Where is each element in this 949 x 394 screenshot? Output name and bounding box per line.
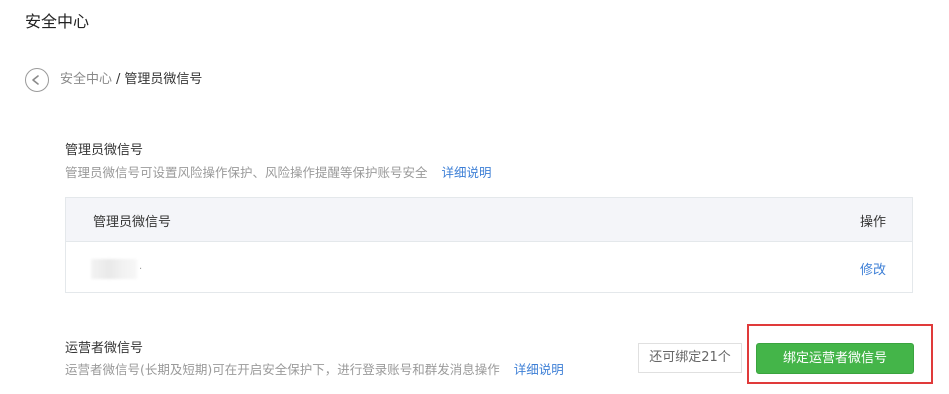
masked-wechat-id xyxy=(91,259,137,279)
operator-description-text: 运营者微信号(长期及短期)可在开启安全保护下，进行登录账号和群发消息操作 xyxy=(65,362,500,377)
bind-quota-indicator: 还可绑定21个 xyxy=(638,343,742,373)
admin-detail-link[interactable]: 详细说明 xyxy=(442,165,492,180)
operator-detail-link[interactable]: 详细说明 xyxy=(514,362,564,377)
column-header-wechat: 管理员微信号 xyxy=(93,215,172,230)
admin-description-text: 管理员微信号可设置风险操作保护、风险操作提醒等保护账号安全 xyxy=(65,165,428,180)
table-header: 管理员微信号 操作 xyxy=(66,198,912,242)
operator-section-title: 运营者微信号 xyxy=(65,341,144,356)
admin-section-title: 管理员微信号 xyxy=(65,143,144,158)
back-button[interactable] xyxy=(25,68,49,92)
admin-wechat-table: 管理员微信号 操作 · 修改 xyxy=(65,197,913,293)
masked-trailing-dot: · xyxy=(139,264,143,275)
breadcrumb-separator: / xyxy=(116,72,121,87)
table-row: · 修改 xyxy=(66,242,912,294)
page-title: 安全中心 xyxy=(25,12,90,31)
breadcrumb-parent-link[interactable]: 安全中心 xyxy=(60,72,112,87)
chevron-left-icon xyxy=(32,75,39,85)
breadcrumb-current: 管理员微信号 xyxy=(124,72,203,87)
breadcrumb: 安全中心 / 管理员微信号 xyxy=(60,70,202,90)
operator-section-description: 运营者微信号(长期及短期)可在开启安全保护下，进行登录账号和群发消息操作 详细说明 xyxy=(65,361,564,379)
edit-admin-link[interactable]: 修改 xyxy=(860,259,886,278)
admin-section-description: 管理员微信号可设置风险操作保护、风险操作提醒等保护账号安全 详细说明 xyxy=(65,164,492,182)
bind-operator-button[interactable]: 绑定运营者微信号 xyxy=(756,343,914,374)
column-header-action: 操作 xyxy=(859,215,886,230)
